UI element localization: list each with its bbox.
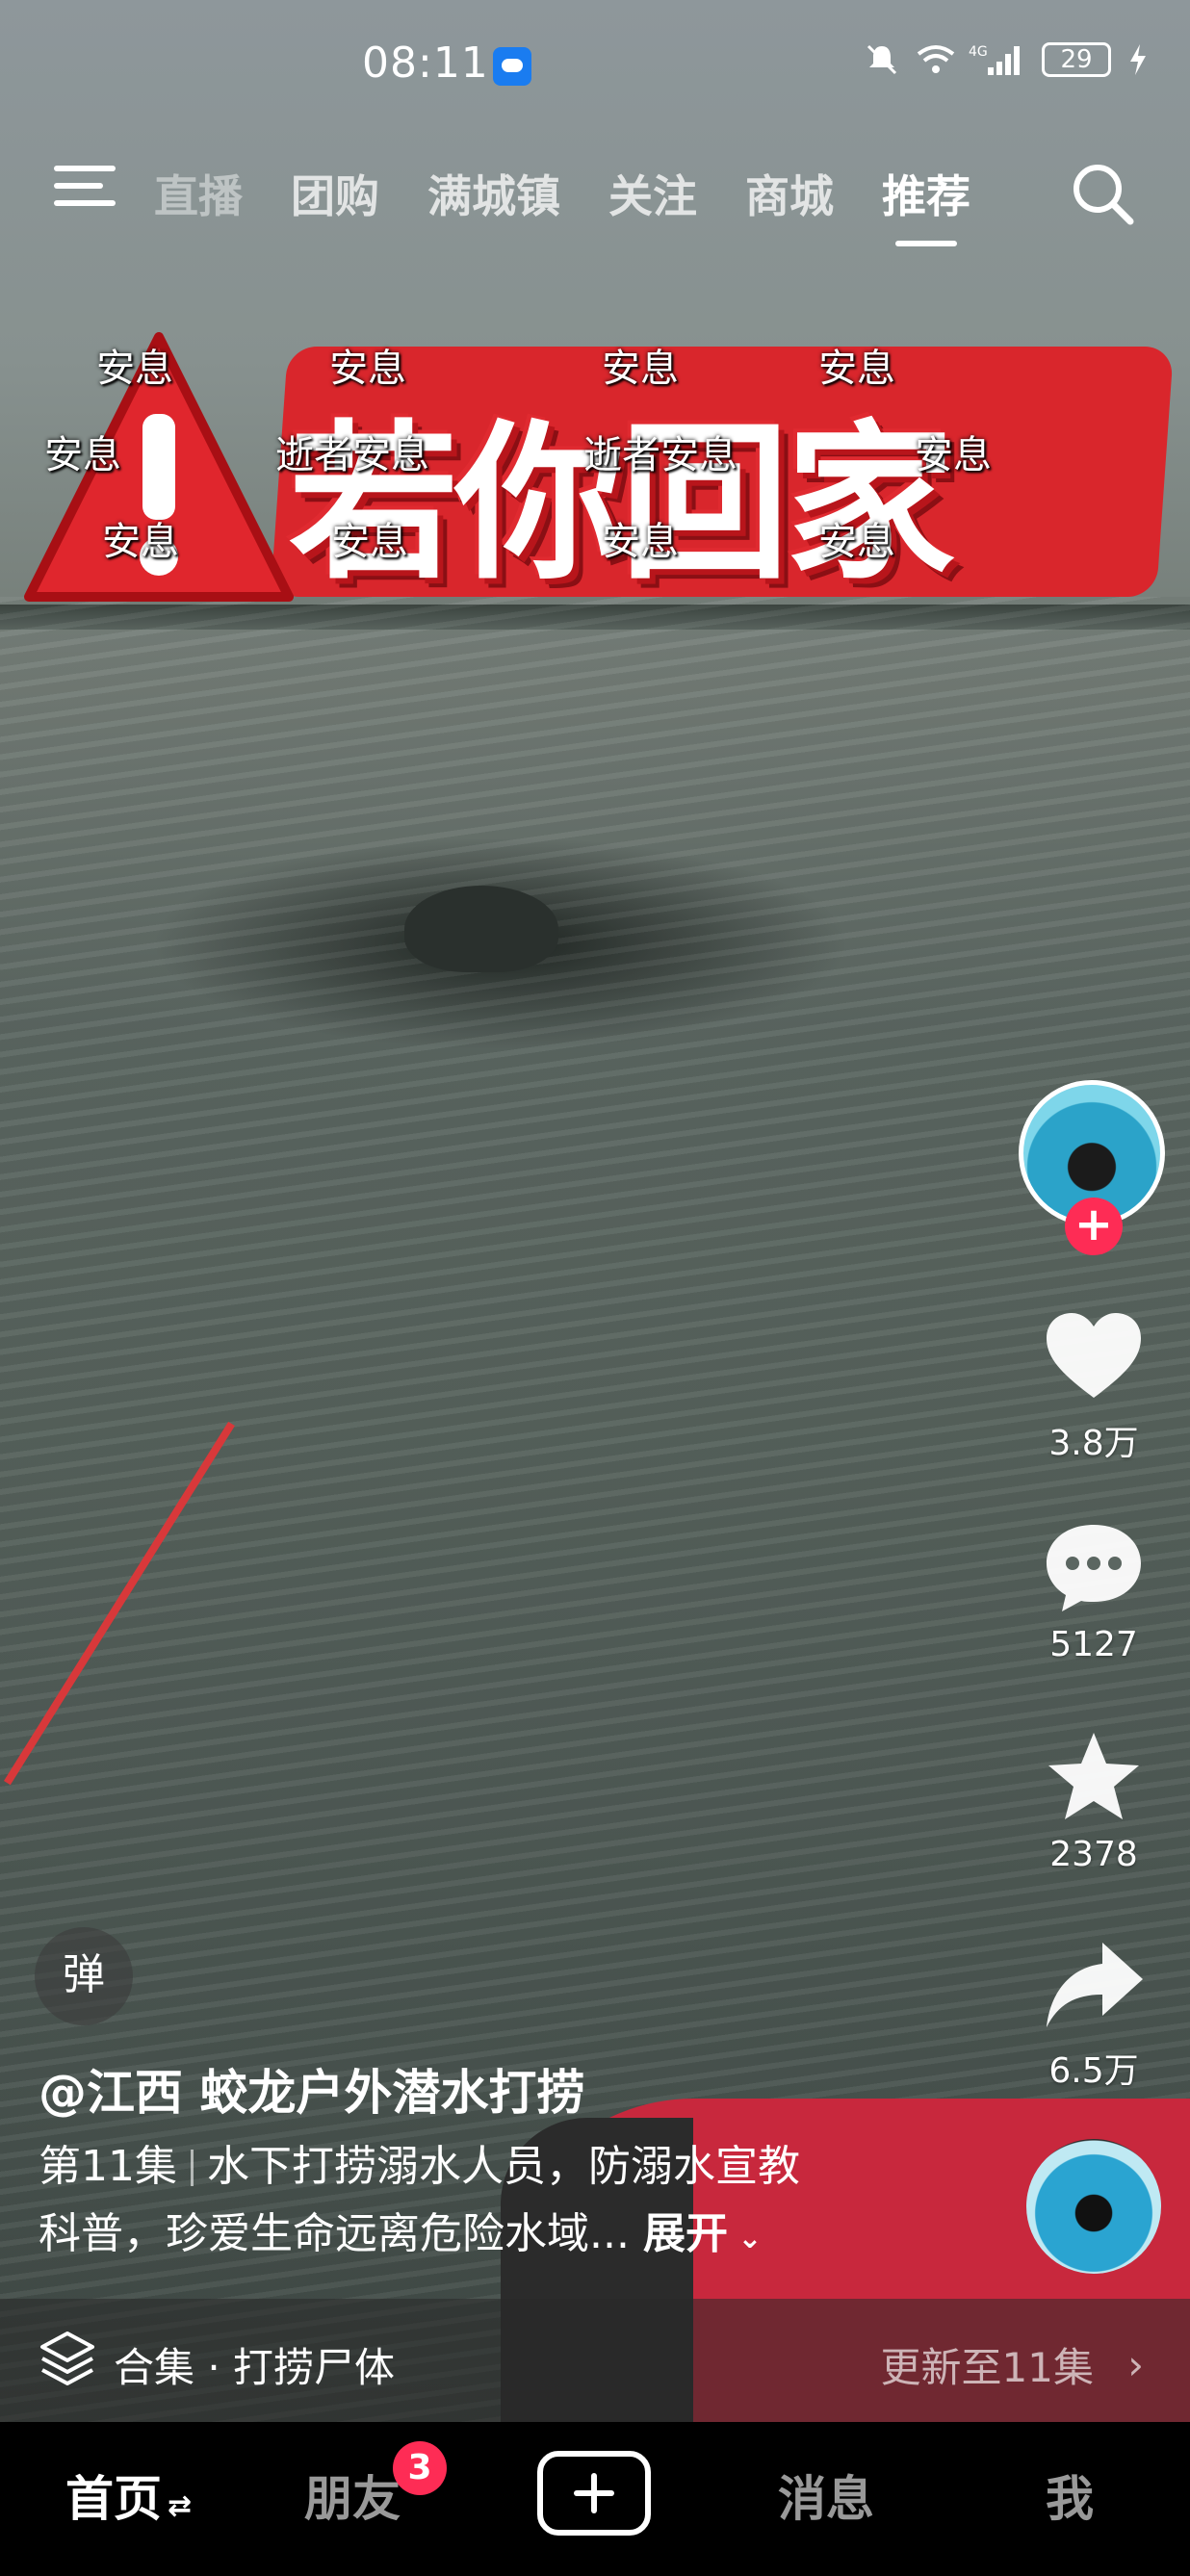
refresh-icon: ⇄ bbox=[168, 2489, 193, 2523]
watermark-text: 逝者安息 bbox=[583, 433, 737, 477]
status-bar: 08:11 4G 29 bbox=[0, 0, 1190, 135]
collection-label: 合集 · 打捞尸体 bbox=[114, 2344, 396, 2391]
watermark-text: 安息 bbox=[915, 433, 992, 477]
danmu-toggle-button[interactable]: 弹 bbox=[35, 1927, 133, 2025]
favorite-count: 2378 bbox=[1049, 1835, 1138, 1874]
tab-me[interactable]: 我 bbox=[1046, 2460, 1094, 2530]
description-line-2: 科普，珍爱生命远离危险水域... bbox=[39, 2209, 630, 2258]
comment-button[interactable]: 5127 bbox=[1036, 1519, 1151, 1664]
bottom-tab-bar: 首页 ⇄ 朋友 3 消息 我 bbox=[0, 2422, 1190, 2576]
share-button[interactable]: 6.5万 bbox=[1036, 1937, 1151, 2093]
tab-friends[interactable]: 朋友 bbox=[304, 2460, 401, 2530]
collection-update: 更新至11集 bbox=[880, 2344, 1094, 2391]
watermark-text: 安息 bbox=[44, 433, 121, 477]
tab-home-label: 首页 bbox=[65, 2471, 162, 2527]
expand-link[interactable]: 展开 bbox=[643, 2209, 728, 2258]
episode-label: 第11集 bbox=[39, 2142, 177, 2191]
watermark-text: 安息 bbox=[602, 520, 679, 564]
tab-live[interactable]: 直播 bbox=[154, 162, 243, 225]
network-label: 4G bbox=[969, 44, 988, 60]
collection-bar[interactable]: 合集 · 打捞尸体 更新至11集 › bbox=[0, 2299, 1190, 2422]
status-icons: 4G 29 bbox=[865, 42, 1148, 77]
layers-icon bbox=[40, 2331, 94, 2385]
floating-object bbox=[404, 886, 558, 972]
banner-title: 若你回家 bbox=[289, 405, 955, 603]
video-description[interactable]: 第11集 水下打捞溺水人员，防溺水宣教 科普，珍爱生命远离危险水域... 展开 ⌄ bbox=[39, 2133, 905, 2273]
author-name[interactable]: @江西 蛟龙户外潜水打捞 bbox=[39, 2054, 584, 2124]
watermark-text: 安息 bbox=[102, 520, 179, 564]
divider bbox=[191, 2150, 194, 2186]
top-tabs: 直播 团购 满城镇 关注 商城 推荐 bbox=[154, 162, 1019, 246]
share-icon bbox=[1047, 1943, 1143, 2027]
like-count: 3.8万 bbox=[1048, 1424, 1139, 1463]
watermark-text: 安息 bbox=[96, 347, 173, 391]
tab-group-buy[interactable]: 团购 bbox=[291, 162, 379, 225]
charging-icon bbox=[1128, 42, 1148, 77]
watermark-text: 安息 bbox=[329, 347, 406, 391]
tab-following[interactable]: 关注 bbox=[608, 162, 697, 225]
search-icon[interactable] bbox=[1069, 160, 1136, 227]
like-button[interactable]: 3.8万 bbox=[1036, 1309, 1151, 1465]
tab-local[interactable]: 满城镇 bbox=[427, 162, 560, 225]
signal-icon: 4G bbox=[969, 42, 1024, 77]
star-icon bbox=[1048, 1733, 1139, 1819]
weather-icon bbox=[493, 47, 531, 86]
description-line-1: 水下打捞溺水人员，防溺水宣教 bbox=[207, 2142, 800, 2191]
music-disc[interactable] bbox=[1026, 2139, 1161, 2274]
heart-icon bbox=[1047, 1313, 1141, 1398]
watermark-text: 安息 bbox=[331, 520, 408, 564]
battery-indicator: 29 bbox=[1042, 42, 1111, 77]
comment-count: 5127 bbox=[1049, 1625, 1138, 1664]
watermark-text: 安息 bbox=[818, 520, 895, 564]
tab-messages[interactable]: 消息 bbox=[778, 2460, 874, 2530]
favorite-button[interactable]: 2378 bbox=[1036, 1729, 1151, 1874]
tab-home[interactable]: 首页 ⇄ bbox=[65, 2460, 192, 2530]
watermark-text: 安息 bbox=[602, 347, 679, 391]
status-time: 08:11 bbox=[362, 39, 489, 88]
watermark-text: 安息 bbox=[818, 347, 895, 391]
share-count: 6.5万 bbox=[1048, 2051, 1139, 2091]
mute-icon bbox=[865, 42, 899, 77]
chevron-down-icon: ⌄ bbox=[727, 2222, 763, 2255]
follow-button[interactable]: + bbox=[1065, 1198, 1123, 1255]
comment-icon bbox=[1047, 1525, 1141, 1611]
tab-recommend[interactable]: 推荐 bbox=[882, 162, 970, 246]
video-feed-screen[interactable]: 08:11 4G 29 直播 团购 满城镇 关注 商城 推荐 若你回家 安息 安… bbox=[0, 0, 1190, 2576]
chevron-right-icon: › bbox=[1127, 2341, 1144, 2388]
watermark-text: 逝者安息 bbox=[275, 433, 429, 477]
friends-badge: 3 bbox=[393, 2441, 447, 2495]
tab-mall[interactable]: 商城 bbox=[745, 162, 834, 225]
create-button[interactable] bbox=[537, 2451, 651, 2536]
wifi-icon bbox=[917, 42, 955, 77]
menu-icon[interactable] bbox=[54, 166, 116, 214]
